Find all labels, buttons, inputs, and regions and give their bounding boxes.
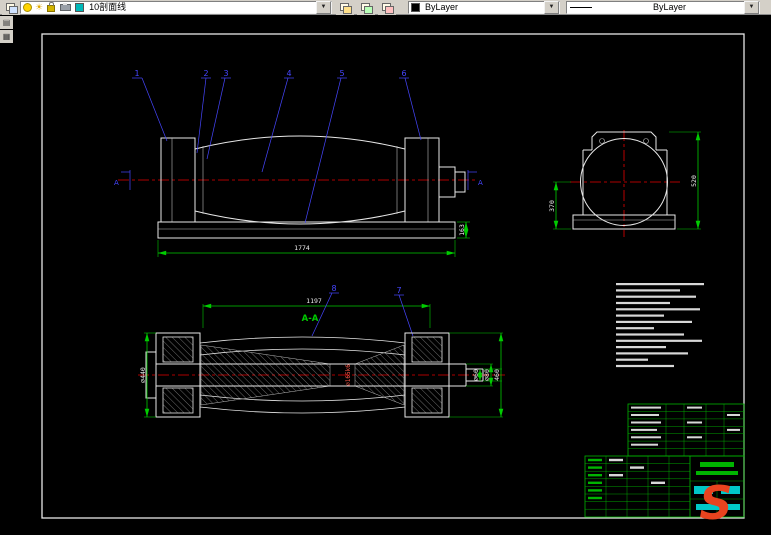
dim-stub-dia-2: ∅80	[483, 369, 491, 381]
layers-icon	[6, 2, 18, 14]
layers-properties-toolbar: ☀ 10剖面线 ▼ ByLayer ▼ ByLayer ▼	[0, 0, 771, 15]
section-label: A-A	[302, 314, 319, 324]
layer-previous-icon	[361, 2, 373, 14]
make-current-icon	[340, 2, 352, 14]
plot-icon[interactable]	[60, 2, 72, 11]
lock-icon[interactable]	[47, 2, 56, 12]
view-section-aa: A-A 1197 8 7 ∅165k6 ∅440 ∅60 ∅80 460	[138, 284, 505, 418]
linetype-dropdown[interactable]: ByLayer ▼	[566, 0, 760, 14]
callout-7: 7	[396, 286, 401, 295]
dim-shaft-fit: ∅165k6	[345, 364, 352, 386]
dim-overall-length: 1774	[294, 244, 310, 252]
layer-dropdown-arrow[interactable]: ▼	[316, 0, 331, 14]
view-end: 520 370	[548, 130, 701, 237]
cut-label-left: A	[114, 179, 119, 187]
side-toolbar-button-2[interactable]: ▦	[0, 30, 13, 43]
layer-properties-manager-button[interactable]	[2, 0, 20, 15]
color-dropdown[interactable]: ByLayer ▼	[408, 0, 560, 14]
callout-8: 8	[331, 284, 336, 293]
side-toolbar-button-1[interactable]: ▤	[0, 16, 13, 29]
dim-end-width: 370	[548, 200, 556, 212]
parts-list-table	[627, 403, 745, 457]
technical-requirements-block	[616, 283, 704, 368]
sun-icon[interactable]: ☀	[35, 2, 43, 12]
part-callouts: 1 2 3 4 5 6	[132, 69, 422, 224]
layer-dropdown[interactable]: ☀ 10剖面线 ▼	[20, 0, 332, 14]
linetype-value: ByLayer	[652, 1, 687, 12]
watermark-logo: S	[699, 476, 732, 530]
linetype-dropdown-arrow[interactable]: ▼	[744, 0, 759, 14]
callout-4: 4	[286, 69, 291, 78]
color-swatch	[411, 2, 420, 12]
callout-5: 5	[339, 69, 344, 78]
linetype-sample	[570, 6, 592, 8]
dim-stub-dia-1: ∅60	[472, 369, 480, 381]
dim-base-height: 163	[458, 224, 466, 236]
callout-1: 1	[134, 69, 139, 78]
top-view-dimensions: 1774 163	[157, 221, 470, 257]
view-side-elevation: A A 1 2 3 4 5 6 1774 163	[114, 69, 483, 257]
callout-3: 3	[223, 69, 228, 78]
dim-hub-dia: ∅440	[139, 367, 147, 383]
dim-section-length: 1197	[306, 297, 322, 305]
layer-states-icon	[382, 2, 394, 14]
end-view-dimensions: 520 370	[548, 131, 701, 230]
lightbulb-icon[interactable]	[23, 2, 32, 12]
cut-label-right: A	[478, 179, 483, 187]
layer-color-swatch[interactable]	[75, 2, 85, 12]
callout-2: 2	[203, 69, 208, 78]
color-dropdown-arrow[interactable]: ▼	[544, 0, 559, 14]
dim-shaft-ext-len: 460	[493, 369, 501, 381]
dim-end-height: 520	[690, 175, 698, 187]
drawing-canvas[interactable]: A A 1 2 3 4 5 6 1774 163 520 370 A-A 119…	[0, 0, 771, 535]
layer-name: 10剖面线	[89, 1, 127, 12]
docked-side-toolbar: ▤ ▦	[0, 16, 13, 44]
layer-previous-button[interactable]	[357, 0, 375, 15]
callout-6: 6	[401, 69, 406, 78]
make-object-layer-current-button[interactable]	[336, 0, 354, 15]
color-value: ByLayer	[425, 1, 459, 12]
layer-states-button[interactable]	[378, 0, 396, 15]
